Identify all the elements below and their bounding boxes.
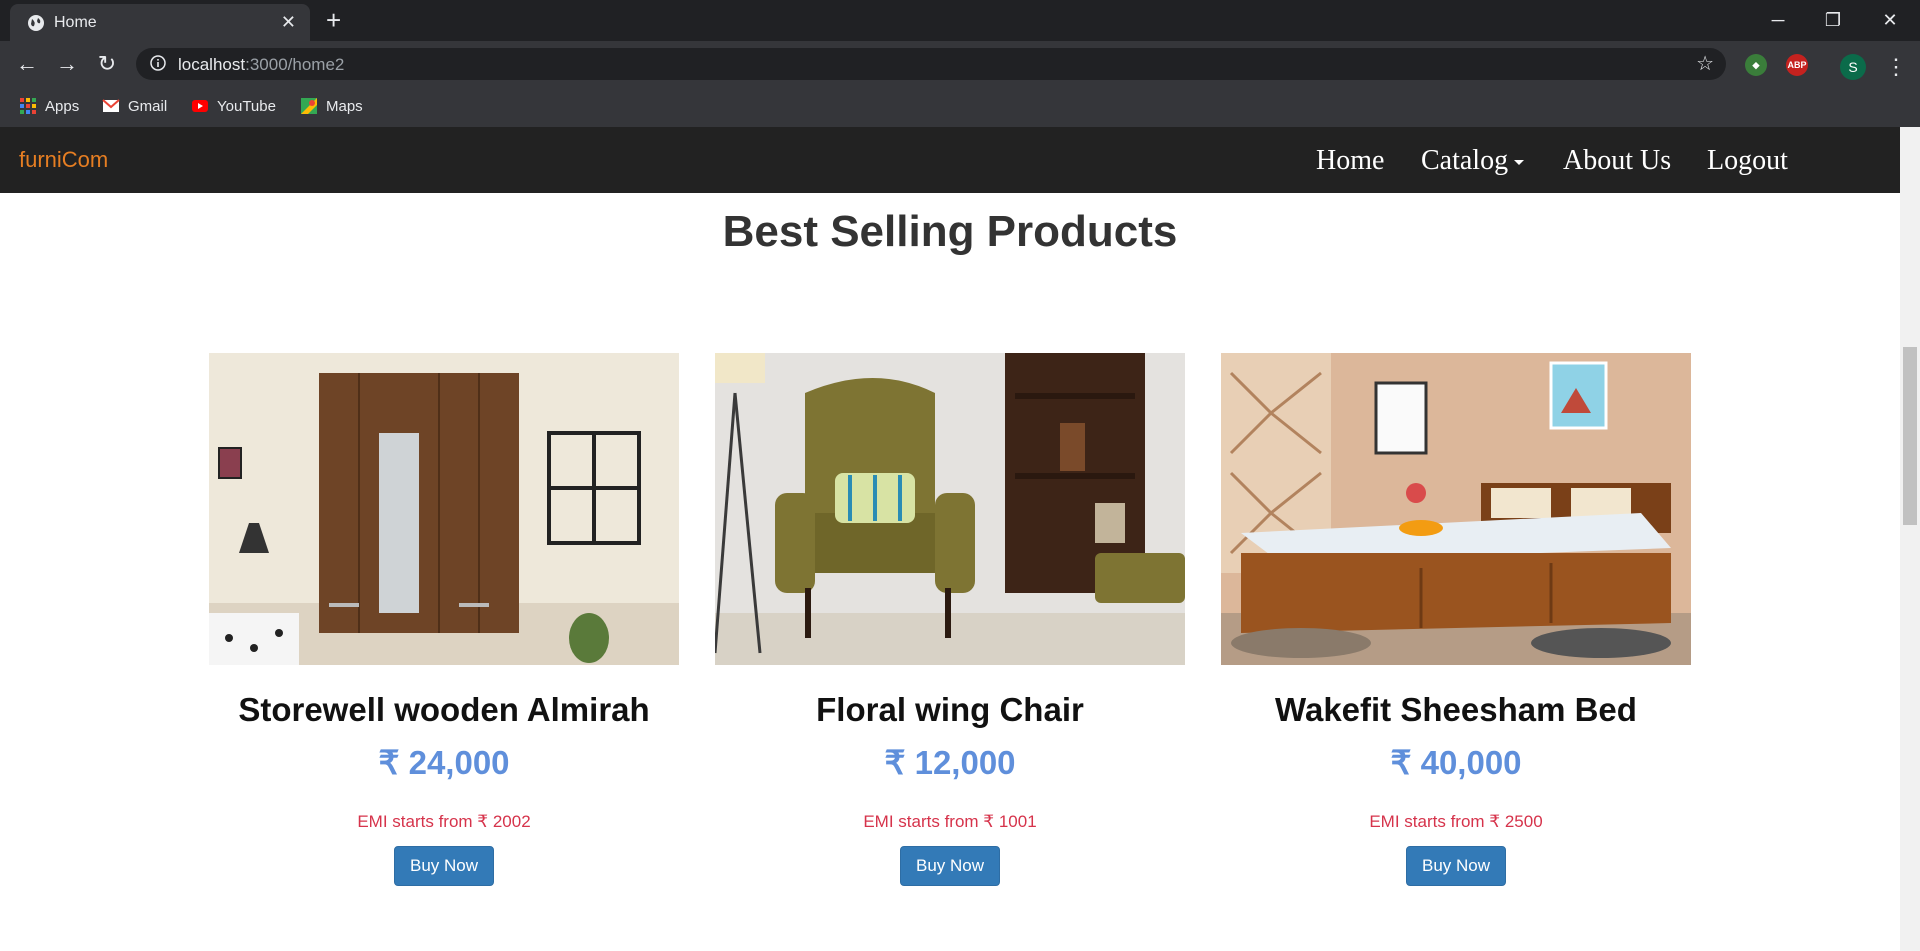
- buy-now-button[interactable]: Buy Now: [393, 846, 495, 886]
- product-price: ₹ 24,000: [378, 744, 510, 781]
- buy-now-button[interactable]: Buy Now: [899, 846, 1001, 886]
- extension-icon[interactable]: ◆: [1745, 54, 1767, 76]
- caret-down-icon: [1514, 160, 1525, 166]
- browser-menu-icon[interactable]: ⋮: [1885, 54, 1907, 80]
- product-name: Floral wing Chair: [816, 691, 1084, 728]
- close-tab-icon[interactable]: ✕: [281, 12, 296, 32]
- product-image-wing-chair[interactable]: [715, 353, 1185, 665]
- bookmark-label: YouTube: [217, 97, 276, 115]
- product-price: ₹ 12,000: [884, 744, 1016, 781]
- restore-icon[interactable]: ❐: [1813, 6, 1853, 34]
- bookmark-apps[interactable]: Apps: [19, 95, 79, 117]
- maps-icon: [301, 98, 317, 114]
- product-emi: EMI starts from ₹ 2500: [1369, 812, 1543, 831]
- product-image-wardrobe[interactable]: [209, 353, 679, 665]
- nav-catalog-label: Catalog: [1421, 145, 1509, 176]
- tab-title: Home: [54, 14, 97, 31]
- page-title: Best Selling Products: [722, 207, 1178, 256]
- page-viewport: furniCom Home Catalog About Us Logout Be…: [0, 127, 1900, 951]
- nav-logout[interactable]: Logout: [1707, 145, 1788, 177]
- globe-icon: [28, 15, 44, 31]
- tab-strip: Home ✕ + ─ ❐ ✕: [0, 0, 1920, 41]
- product-card: Floral wing Chair ₹ 12,000 EMI starts fr…: [715, 353, 1185, 886]
- product-name: Wakefit Sheesham Bed: [1275, 691, 1637, 728]
- site-navbar: furniCom Home Catalog About Us Logout: [0, 127, 1900, 193]
- youtube-icon: [192, 100, 208, 112]
- bookmark-label: Gmail: [128, 97, 168, 115]
- product-card: Wakefit Sheesham Bed ₹ 40,000 EMI starts…: [1221, 353, 1691, 886]
- gmail-icon: [102, 99, 120, 112]
- browser-chrome: Home ✕ + ─ ❐ ✕ ← → ↻ localhost:3000/home…: [0, 0, 1920, 127]
- minimize-icon[interactable]: ─: [1758, 6, 1798, 34]
- bookmark-youtube[interactable]: YouTube: [191, 95, 276, 117]
- page-scrollbar[interactable]: [1900, 127, 1920, 951]
- back-icon[interactable]: ←: [14, 51, 40, 77]
- site-brand[interactable]: furniCom: [19, 147, 108, 173]
- product-card: Storewell wooden Almirah ₹ 24,000 EMI st…: [209, 353, 679, 886]
- apps-grid-icon: [20, 98, 36, 114]
- address-bar[interactable]: localhost:3000/home2 ☆: [136, 48, 1726, 80]
- nav-catalog[interactable]: Catalog: [1421, 145, 1525, 177]
- adblock-icon[interactable]: ABP: [1786, 54, 1808, 76]
- bookmark-star-icon[interactable]: ☆: [1696, 51, 1714, 76]
- bookmark-maps[interactable]: Maps: [300, 95, 363, 117]
- info-icon[interactable]: [150, 55, 166, 71]
- scrollbar-thumb[interactable]: [1903, 347, 1917, 525]
- browser-tab[interactable]: Home ✕: [10, 4, 310, 41]
- product-price: ₹ 40,000: [1390, 744, 1522, 781]
- url-text: localhost:3000/home2: [178, 55, 344, 75]
- product-name: Storewell wooden Almirah: [238, 691, 650, 728]
- product-emi: EMI starts from ₹ 2002: [357, 812, 531, 831]
- nav-home[interactable]: Home: [1316, 145, 1384, 177]
- forward-icon[interactable]: →: [54, 51, 80, 77]
- profile-avatar[interactable]: S: [1840, 54, 1866, 80]
- bookmark-gmail[interactable]: Gmail: [102, 95, 167, 117]
- url-path: :3000/home2: [245, 55, 345, 74]
- bookmark-label: Apps: [45, 97, 80, 115]
- url-host: localhost: [178, 55, 246, 74]
- buy-now-button[interactable]: Buy Now: [1405, 846, 1507, 886]
- new-tab-icon[interactable]: +: [326, 6, 341, 34]
- bookmark-label: Maps: [326, 97, 363, 115]
- product-image-bed[interactable]: [1221, 353, 1691, 665]
- reload-icon[interactable]: ↻: [94, 51, 120, 77]
- browser-toolbar: ← → ↻ localhost:3000/home2 ☆ ◆ ABP: [0, 41, 1920, 87]
- bookmarks-bar: Apps Gmail YouTube Maps: [0, 91, 1920, 121]
- nav-about[interactable]: About Us: [1563, 145, 1671, 177]
- close-window-icon[interactable]: ✕: [1870, 6, 1910, 34]
- product-emi: EMI starts from ₹ 1001: [863, 812, 1037, 831]
